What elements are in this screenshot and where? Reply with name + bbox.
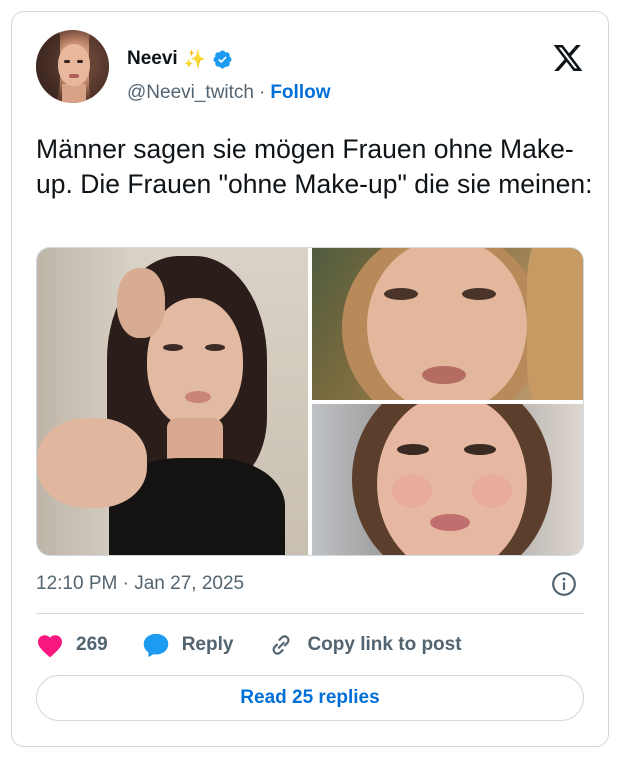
reply-button[interactable]: Reply (142, 632, 234, 658)
heart-icon (37, 635, 63, 658)
reply-label: Reply (181, 634, 234, 655)
media-grid[interactable] (36, 247, 584, 556)
copy-link-label: Copy link to post (307, 634, 462, 655)
separator-dot: · (259, 82, 266, 103)
tweet-card: Neevi ✨ @Neevi_twitch · Follow Männer sa… (11, 11, 609, 747)
action-bar: 269 Reply Copy link to post (36, 628, 496, 662)
sparkle-icon: ✨ (183, 49, 207, 69)
divider (36, 613, 584, 614)
author-handle[interactable]: @Neevi_twitch (127, 82, 254, 104)
author-name-row: Neevi ✨ (127, 48, 233, 70)
copy-link-button[interactable]: Copy link to post (267, 632, 462, 658)
photo-2[interactable] (312, 248, 583, 400)
speech-bubble-icon (143, 633, 168, 658)
tweet-text: Männer sagen sie mögen Frauen ohne Make-… (36, 134, 593, 199)
author-name[interactable]: Neevi (127, 48, 178, 70)
info-icon[interactable] (551, 571, 577, 597)
read-replies-button[interactable]: Read 25 replies (36, 675, 584, 721)
like-count: 269 (76, 634, 108, 655)
like-button[interactable]: 269 (36, 632, 108, 658)
tweet-timestamp[interactable]: 12:10 PM · Jan 27, 2025 (36, 573, 244, 595)
link-icon (272, 635, 290, 655)
x-logo-icon[interactable] (552, 42, 584, 74)
follow-button[interactable]: Follow (270, 82, 330, 104)
photo-3[interactable] (312, 404, 583, 555)
avatar[interactable] (36, 30, 109, 103)
author-handle-row: @Neevi_twitch · Follow (127, 82, 330, 104)
photo-1[interactable] (37, 248, 308, 555)
verified-badge-icon (213, 50, 232, 68)
